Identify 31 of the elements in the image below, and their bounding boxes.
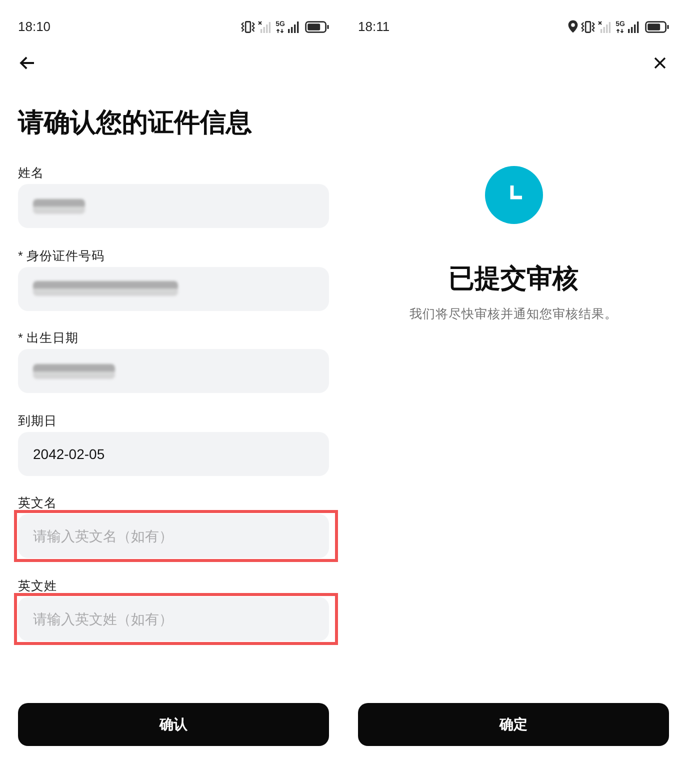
status-time: 18:11 xyxy=(358,18,390,34)
battery-icon xyxy=(305,20,329,32)
input-field[interactable]: 请输入英文名（如有） xyxy=(18,514,329,558)
confirm-button[interactable]: 确定 xyxy=(358,703,669,746)
field-label: 到期日 xyxy=(18,412,57,430)
page-title: 请确认您的证件信息 xyxy=(18,106,253,139)
data-arrows-icon xyxy=(276,28,284,32)
confirm-button[interactable]: 确认 xyxy=(18,703,329,746)
battery-icon xyxy=(645,20,669,32)
status-time: 18:10 xyxy=(18,18,51,34)
field-label: * 出生日期 xyxy=(18,330,78,347)
input-field[interactable]: 2042-02-05 xyxy=(18,432,329,476)
result-title: 已提交审核 xyxy=(448,262,578,295)
input-field[interactable] xyxy=(18,184,329,228)
input-field[interactable] xyxy=(18,349,329,393)
result-message: 我们将尽快审核并通知您审核结果。 xyxy=(410,306,618,323)
signal-bars-icon xyxy=(628,20,639,32)
signal-bars-icon xyxy=(288,20,299,32)
no-signal-icon xyxy=(258,20,271,32)
back-arrow-icon[interactable] xyxy=(19,56,35,70)
no-signal-icon xyxy=(598,20,611,32)
field-label: 姓名 xyxy=(18,165,44,182)
input-field[interactable]: 请输入英文姓（如有） xyxy=(18,596,329,640)
clock-icon xyxy=(484,166,542,224)
data-arrows-icon xyxy=(616,28,624,32)
field-label: * 身份证件号码 xyxy=(18,248,104,264)
vibrate-icon xyxy=(580,20,595,32)
field-label: 英文名 xyxy=(18,495,57,512)
input-field[interactable] xyxy=(18,266,329,310)
close-icon[interactable] xyxy=(654,57,666,69)
field-label: 英文姓 xyxy=(18,578,57,594)
